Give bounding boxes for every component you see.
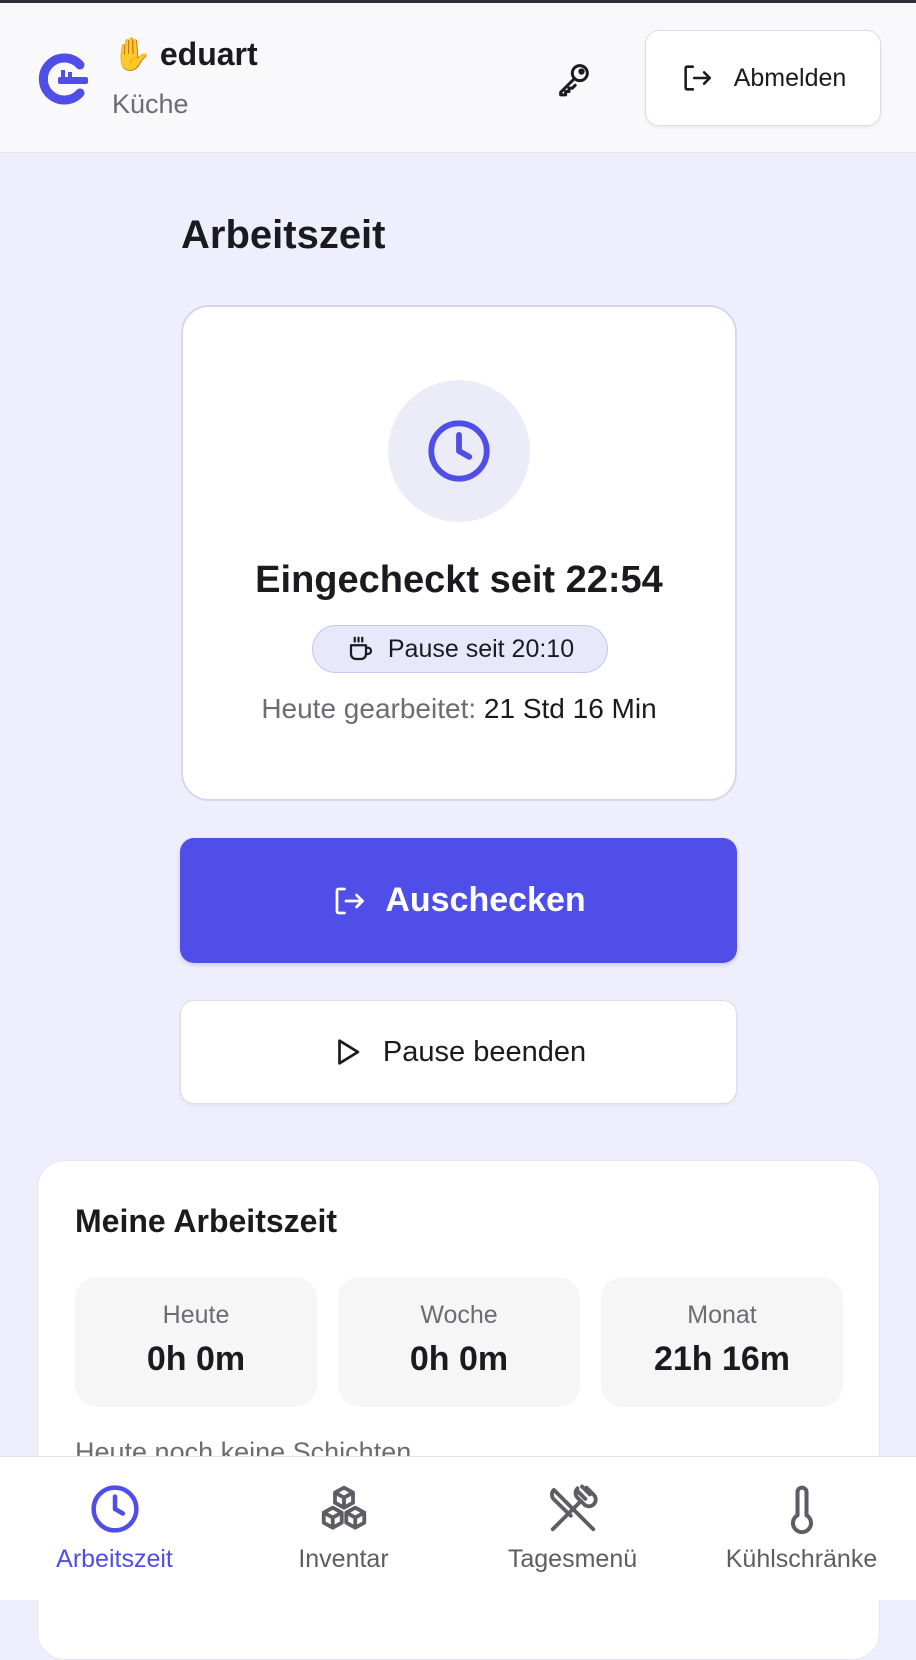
logout-icon — [684, 65, 711, 91]
play-icon — [338, 1039, 360, 1065]
coffee-icon — [349, 636, 372, 661]
worked-today: Heute gearbeitet: 21 Std 16 Min — [183, 693, 735, 725]
bottom-navigation: Arbeitszeit Inventar Tagesmenü Kühlschrä… — [0, 1456, 916, 1600]
stat-today: Heute 0h 0m — [75, 1277, 317, 1407]
logout-button[interactable]: Abmelden — [645, 30, 881, 126]
key-icon — [559, 64, 589, 97]
checkout-icon — [335, 887, 365, 914]
user-name: eduart — [159, 35, 258, 72]
stat-value: 0h 0m — [409, 1340, 509, 1378]
user-greeting: ✋ eduart — [112, 35, 258, 73]
worked-today-label: Heute gearbeitet: — [261, 693, 477, 724]
pause-status-text: Pause seit 20:10 — [387, 634, 575, 663]
clock-icon — [428, 420, 490, 482]
worked-today-value: 21 Std 16 Min — [483, 693, 657, 724]
nav-label: Kühlschränke — [725, 1545, 878, 1573]
checkout-label: Auschecken — [385, 881, 586, 919]
stat-value: 0h 0m — [146, 1340, 246, 1378]
boxes-icon — [321, 1485, 366, 1530]
nav-label: Arbeitszeit — [56, 1545, 173, 1573]
nav-label: Inventar — [298, 1545, 389, 1573]
stat-label: Woche — [420, 1301, 498, 1329]
checkout-button[interactable]: Auschecken — [180, 838, 737, 963]
thermometer-icon — [790, 1485, 813, 1535]
logout-label: Abmelden — [733, 63, 847, 92]
stat-month: Monat 21h 16m — [601, 1277, 843, 1407]
waving-hand-icon: ✋ — [112, 36, 152, 72]
change-password-button[interactable] — [552, 57, 596, 101]
end-pause-label: Pause beenden — [382, 1035, 587, 1068]
clock-icon — [90, 1485, 139, 1533]
status-clock-badge — [388, 380, 530, 522]
app-header: ✋ eduart Küche Abmelden — [0, 3, 916, 153]
stat-value: 21h 16m — [653, 1340, 791, 1378]
utensils-crossed-icon — [549, 1484, 598, 1532]
summary-title: Meine Arbeitszeit — [75, 1203, 337, 1239]
nav-label: Tagesmenü — [507, 1545, 638, 1573]
stat-week: Woche 0h 0m — [338, 1277, 580, 1407]
time-status-card: Eingecheckt seit 22:54 Pause seit 20:10 … — [181, 305, 737, 801]
pause-status-badge: Pause seit 20:10 — [312, 625, 608, 673]
app-logo — [38, 53, 88, 105]
page-title: Arbeitszeit — [181, 213, 386, 257]
user-department: Küche — [112, 89, 189, 119]
checked-in-status: Eingecheckt seit 22:54 — [255, 559, 663, 601]
stat-label: Monat — [687, 1301, 757, 1329]
stat-label: Heute — [162, 1301, 230, 1329]
nav-item-inventar[interactable]: Inventar — [229, 1457, 458, 1601]
nav-item-arbeitszeit[interactable]: Arbeitszeit — [0, 1457, 229, 1601]
end-pause-button[interactable]: Pause beenden — [180, 1000, 737, 1104]
nav-item-kuehlschraenke[interactable]: Kühlschränke — [687, 1457, 916, 1601]
nav-item-tagesmenue[interactable]: Tagesmenü — [458, 1457, 687, 1601]
